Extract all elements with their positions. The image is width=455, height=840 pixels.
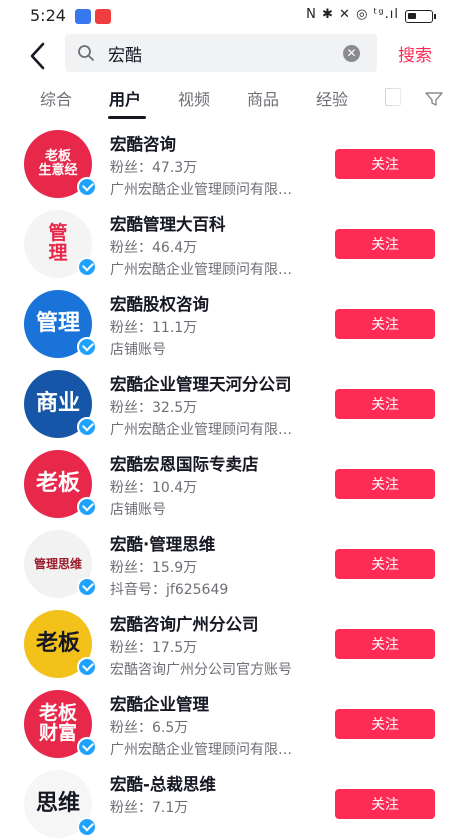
tab-videos[interactable]: 视频 — [178, 86, 210, 110]
follow-button[interactable]: 关注 — [335, 709, 435, 739]
user-name: 宏酷咨询广州分公司 — [110, 615, 259, 634]
verified-badge-icon — [77, 177, 97, 197]
search-icon — [78, 45, 94, 61]
user-description: 店铺账号 — [110, 342, 166, 358]
user-description: 广州宏酷企业管理顾问有限… — [110, 742, 292, 758]
follow-button[interactable]: 关注 — [335, 629, 435, 659]
status-icons: N ✱ ✕ ◎ ᵗᵍ.ıl — [306, 7, 399, 22]
battery-icon — [405, 10, 436, 23]
follow-button[interactable]: 关注 — [335, 389, 435, 419]
verified-badge-icon — [77, 817, 97, 837]
active-tab-indicator — [108, 116, 146, 119]
user-result-row[interactable]: 老板 宏酷咨询广州分公司 粉丝：17.5万 宏酷咨询广州分公司官方账号 关注 — [0, 602, 455, 682]
status-bar: 5:24 N ✱ ✕ ◎ ᵗᵍ.ıl — [0, 0, 455, 34]
tab-comprehensive[interactable]: 综合 — [40, 86, 72, 110]
back-arrow-icon[interactable] — [26, 40, 50, 72]
follower-count: 粉丝：6.5万 — [110, 720, 189, 736]
verified-badge-icon — [77, 657, 97, 677]
filter-icon[interactable] — [424, 90, 444, 108]
follower-count: 粉丝：7.1万 — [110, 800, 189, 816]
user-result-row[interactable]: 思维 宏酷-总裁思维 粉丝：7.1万 关注 — [0, 762, 455, 840]
follow-button[interactable]: 关注 — [335, 789, 435, 819]
user-description: 店铺账号 — [110, 502, 166, 518]
follower-count: 粉丝：11.1万 — [110, 320, 198, 336]
user-description: 广州宏酷企业管理顾问有限… — [110, 182, 292, 198]
user-result-row[interactable]: 老板 生意经 宏酷咨询 粉丝：47.3万 广州宏酷企业管理顾问有限… 关注 — [0, 122, 455, 202]
user-name: 宏酷宏恩国际专卖店 — [110, 455, 259, 474]
tab-experience[interactable]: 经验 — [316, 86, 348, 110]
user-result-row[interactable]: 老板 宏酷宏恩国际专卖店 粉丝：10.4万 店铺账号 关注 — [0, 442, 455, 522]
user-description: 抖音号：jf625649 — [110, 582, 229, 598]
user-result-row[interactable]: 管理宏酷管理大百科 粉丝：46.4万 广州宏酷企业管理顾问有限… 关注 — [0, 202, 455, 282]
user-name: 宏酷咨询 — [110, 135, 176, 154]
verified-badge-icon — [77, 497, 97, 517]
user-description: 宏酷咨询广州分公司官方账号 — [110, 662, 292, 678]
user-name: 宏酷企业管理 — [110, 695, 209, 714]
tab-users[interactable]: 用户 — [109, 86, 141, 110]
notification-app-icon — [95, 9, 111, 24]
follower-count: 粉丝：10.4万 — [110, 480, 198, 496]
follow-button[interactable]: 关注 — [335, 229, 435, 259]
user-result-row[interactable]: 管理思维 宏酷·管理思维 粉丝：15.9万 抖音号：jf625649 关注 — [0, 522, 455, 602]
follow-button[interactable]: 关注 — [335, 469, 435, 499]
follower-count: 粉丝：32.5万 — [110, 400, 198, 416]
verified-badge-icon — [77, 257, 97, 277]
search-input[interactable]: 宏酷 ✕ — [65, 34, 377, 72]
search-query[interactable]: 宏酷 — [108, 41, 142, 66]
tab-products[interactable]: 商品 — [247, 86, 279, 110]
clear-icon[interactable]: ✕ — [343, 45, 360, 62]
verified-badge-icon — [77, 577, 97, 597]
follow-button[interactable]: 关注 — [335, 309, 435, 339]
user-description: 广州宏酷企业管理顾问有限… — [110, 262, 292, 278]
user-description: 广州宏酷企业管理顾问有限… — [110, 422, 292, 438]
user-name: 宏酷·管理思维 — [110, 535, 216, 554]
user-name: 宏酷-总裁思维 — [110, 775, 216, 794]
follower-count: 粉丝：17.5万 — [110, 640, 198, 656]
status-time: 5:24 — [30, 6, 66, 25]
verified-badge-icon — [77, 417, 97, 437]
verified-badge-icon — [77, 337, 97, 357]
user-result-row[interactable]: 管理 宏酷股权咨询 粉丝：11.1万 店铺账号 关注 — [0, 282, 455, 362]
follow-button[interactable]: 关注 — [335, 149, 435, 179]
search-button[interactable]: 搜索 — [398, 41, 432, 66]
verified-badge-icon — [77, 737, 97, 757]
search-bar: 宏酷 ✕ 搜索 — [0, 34, 455, 84]
user-name: 宏酷企业管理天河分公司 — [110, 375, 292, 394]
search-tabs: 综合 用户 视频 商品 经验 — [0, 84, 455, 122]
follower-count: 粉丝：47.3万 — [110, 160, 198, 176]
follower-count: 粉丝：46.4万 — [110, 240, 198, 256]
user-result-row[interactable]: 老板 财富 宏酷企业管理 粉丝：6.5万 广州宏酷企业管理顾问有限… 关注 — [0, 682, 455, 762]
user-name: 宏酷管理大百科 — [110, 215, 226, 234]
notification-app-icon — [75, 9, 91, 24]
user-result-row[interactable]: 商业 宏酷企业管理天河分公司 粉丝：32.5万 广州宏酷企业管理顾问有限… 关注 — [0, 362, 455, 442]
user-name: 宏酷股权咨询 — [110, 295, 209, 314]
follower-count: 粉丝：15.9万 — [110, 560, 198, 576]
follow-button[interactable]: 关注 — [335, 549, 435, 579]
